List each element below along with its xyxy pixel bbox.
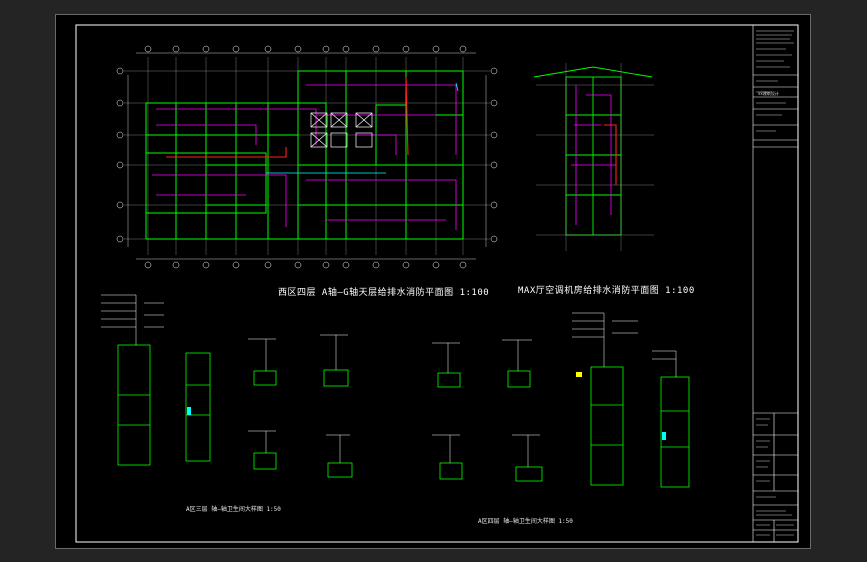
plan-1-axis-bubble: [372, 261, 380, 269]
detail-1-title: A区三层 轴—轴卫生间大样图 1:50: [186, 506, 281, 513]
detail-riser-2-valve: [187, 407, 191, 415]
plan-1-axis-bubble: [432, 261, 440, 269]
plan-1-title: 西区四层 A轴—G轴天层给排水消防平面图 1:100: [278, 288, 490, 298]
detail-small-1-leaders: [248, 334, 350, 463]
plan-2-grid: [536, 63, 654, 251]
drawing-canvas: [75, 24, 799, 543]
cad-viewport[interactable]: 西区四层 A轴—G轴天层给排水消防平面图 1:100 MAX厅空调机房给排水消防…: [0, 0, 867, 562]
plan-1-axis-bubble: [116, 131, 124, 139]
plan-1-gridlines: [124, 57, 490, 255]
title-block: [752, 25, 798, 542]
plan-1-axis-bubble: [432, 45, 440, 53]
detail-riser-3-tag: [576, 372, 582, 377]
plan-1-axis-bubble: [116, 235, 124, 243]
plan-1-axis-bubble: [144, 45, 152, 53]
plan-1-axis-bubble: [116, 201, 124, 209]
plan-1-axis-bubble: [490, 161, 498, 169]
plan-1-axis-bubble: [490, 99, 498, 107]
plan-1-axis-bubble: [232, 261, 240, 269]
plan-1-axis-bubble: [232, 45, 240, 53]
plan-1-axis-bubble: [490, 235, 498, 243]
plan-1-stair-boxes: [310, 112, 373, 148]
plan-1-axis-bubble: [402, 45, 410, 53]
plan-2-walls: [533, 66, 653, 236]
detail-riser-1: [117, 344, 151, 466]
plan-1-axis-bubble: [264, 45, 272, 53]
detail-riser-3: [590, 366, 624, 486]
plan-1-axis-bubble: [490, 131, 498, 139]
plan-1-walls: [145, 70, 464, 240]
plan-1-axis-bubble: [342, 261, 350, 269]
plan-1-axis-bubble: [116, 161, 124, 169]
plan-1-dimension-lines: [127, 52, 487, 260]
plan-1-axis-bubble: [372, 45, 380, 53]
plan-1-axis-bubble: [402, 261, 410, 269]
detail-riser-1-leaders: [101, 294, 164, 345]
plan-1-axis-bubble: [342, 45, 350, 53]
plan-1-axis-bubble: [490, 201, 498, 209]
detail-riser-4-leaders: [652, 350, 677, 377]
plan-1-axis-bubble: [172, 45, 180, 53]
plan-1-cyan-pipes: [266, 82, 459, 174]
plan-1-axis-bubble: [294, 261, 302, 269]
title-block-label: xx建筑设计: [758, 91, 779, 96]
plan-1-axis-bubble: [144, 261, 152, 269]
detail-small-1: [253, 369, 353, 478]
plan-1-axis-bubble: [294, 45, 302, 53]
title-block-scribbles: [756, 30, 794, 536]
plan-1-axis-bubble: [116, 67, 124, 75]
plan-1-axis-bubble: [202, 261, 210, 269]
plan-1-axis-bubble: [459, 261, 467, 269]
plan-1-axis-bubble: [322, 261, 330, 269]
drawing-sheet[interactable]: 西区四层 A轴—G轴天层给排水消防平面图 1:100 MAX厅空调机房给排水消防…: [55, 14, 811, 549]
plan-1-axis-bubble: [172, 261, 180, 269]
detail-2-title: A区四层 轴—轴卫生间大样图 1:50: [478, 518, 573, 525]
plan-1-axis-bubble: [202, 45, 210, 53]
plan-1-axis-bubble: [490, 67, 498, 75]
plan-1-axis-bubble: [264, 261, 272, 269]
detail-small-2-leaders: [432, 339, 540, 467]
detail-riser-4-valve: [662, 432, 666, 440]
plan-1-axis-bubble: [322, 45, 330, 53]
detail-riser-3-leaders: [572, 312, 638, 367]
detail-small-2: [437, 370, 543, 482]
plan-2-title: MAX厅空调机房给排水消防平面图 1:100: [518, 286, 695, 296]
plan-1-axis-bubble: [459, 45, 467, 53]
plan-1-axis-bubble: [116, 99, 124, 107]
